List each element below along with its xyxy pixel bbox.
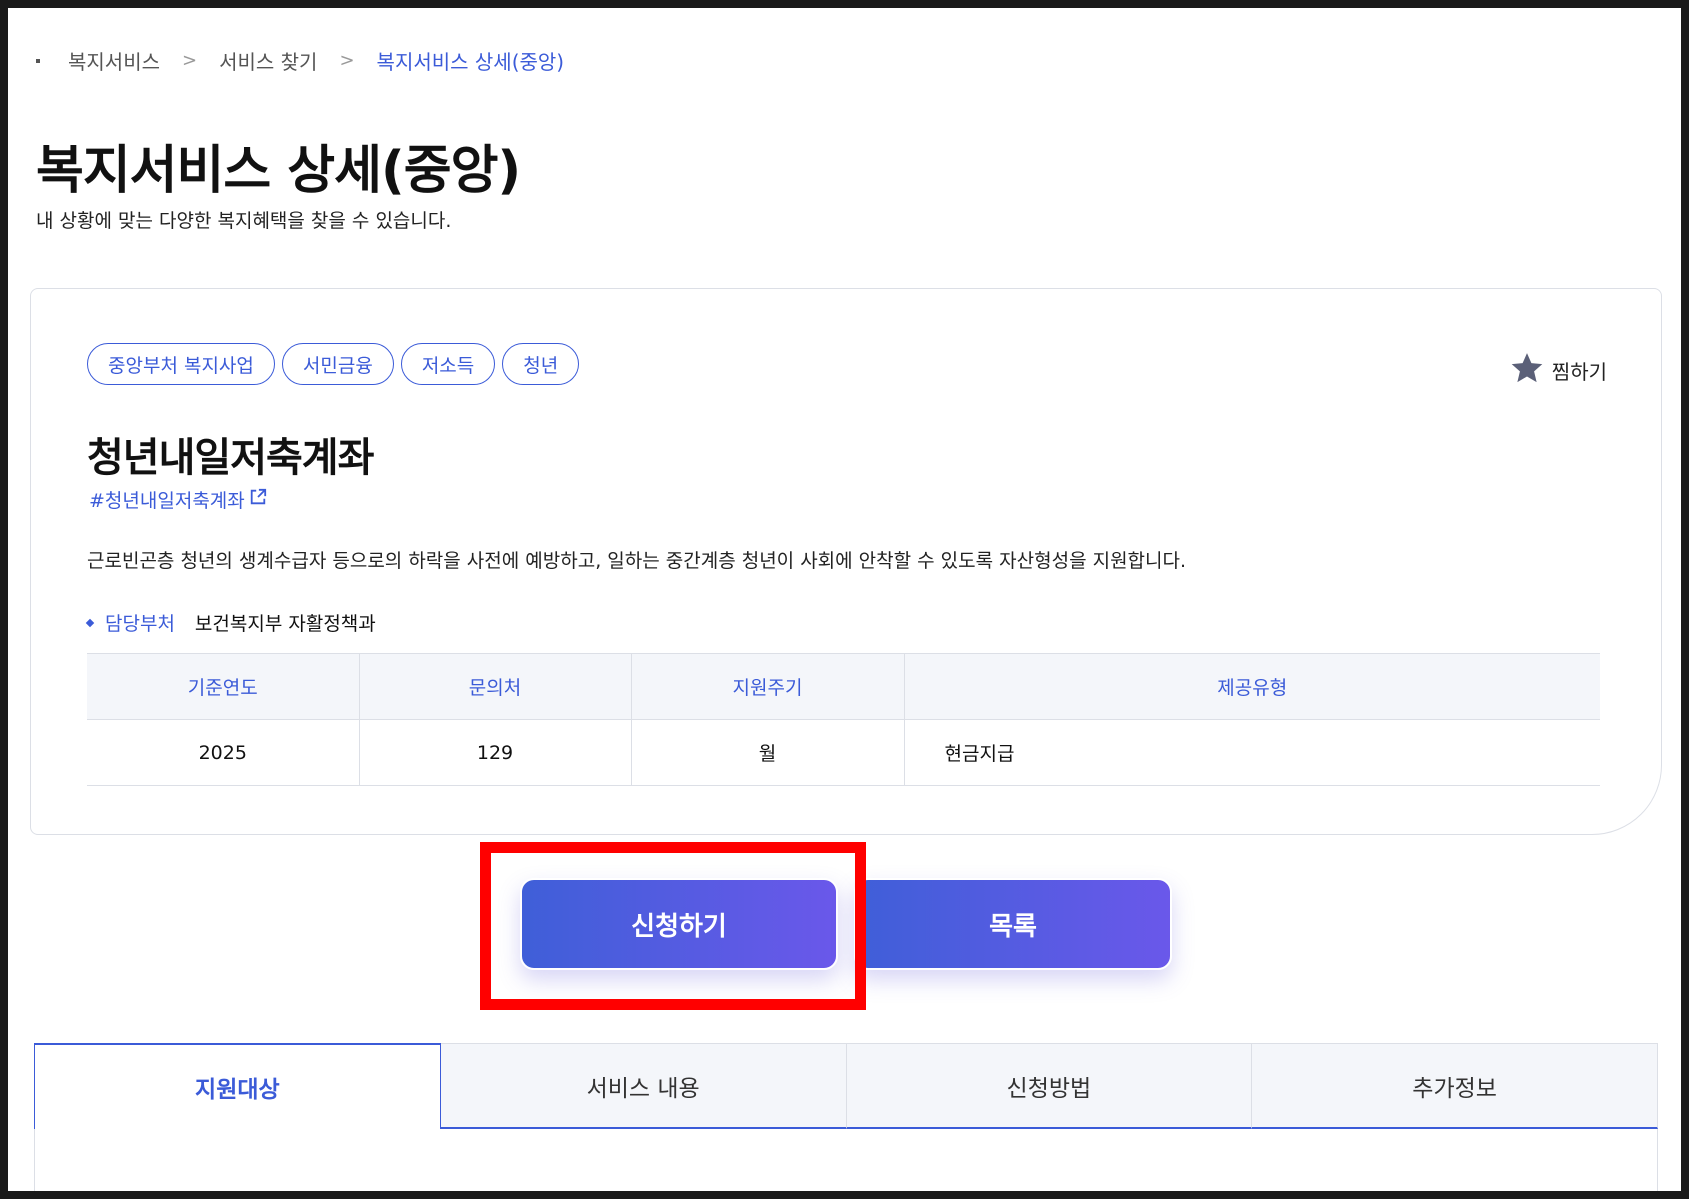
breadcrumb: 복지서비스 > 서비스 찾기 > 복지서비스 상세(중앙) <box>36 46 564 75</box>
cell-support-cycle: 월 <box>631 719 905 786</box>
breadcrumb-item-find-service[interactable]: 서비스 찾기 <box>219 46 317 75</box>
tag-low-income[interactable]: 저소득 <box>400 343 496 385</box>
chevron-right-icon: > <box>339 50 355 71</box>
page-subtitle: 내 상황에 맞는 다양한 복지혜택을 찾을 수 있습니다. <box>36 210 452 232</box>
tab-how-to-apply[interactable]: 신청방법 <box>846 1043 1253 1129</box>
header-base-year: 기준연도 <box>87 653 360 720</box>
tab-eligibility[interactable]: 지원대상 <box>34 1043 441 1129</box>
diamond-bullet-icon <box>85 618 95 627</box>
table-header-row: 기준연도 문의처 지원주기 제공유형 <box>87 653 1600 720</box>
tab-service-content[interactable]: 서비스 내용 <box>440 1043 847 1129</box>
department-value: 보건복지부 자활정책과 <box>194 613 376 635</box>
cell-base-year: 2025 <box>87 719 360 786</box>
service-hashtag-link[interactable]: #청년내일저축계좌 <box>89 486 267 513</box>
external-link-icon <box>249 488 267 511</box>
breadcrumb-item-welfare[interactable]: 복지서비스 <box>68 46 160 75</box>
tag-central-welfare[interactable]: 중앙부처 복지사업 <box>87 343 275 385</box>
service-title: 청년내일저축계좌 <box>87 435 374 481</box>
header-provision-type: 제공유형 <box>904 653 1600 720</box>
bookmark-button[interactable]: 찜하기 <box>1510 351 1607 390</box>
tag-finance[interactable]: 서민금융 <box>281 343 394 385</box>
tag-list: 중앙부처 복지사업 서민금융 저소득 청년 <box>87 343 580 385</box>
header-support-cycle: 지원주기 <box>631 653 905 720</box>
tab-additional-info[interactable]: 추가정보 <box>1252 1043 1658 1129</box>
bookmark-label: 찜하기 <box>1551 360 1607 384</box>
breadcrumb-item-current: 복지서비스 상세(중앙) <box>376 50 565 74</box>
breadcrumb-bullet <box>36 58 40 63</box>
department-label: 담당부처 <box>105 613 175 635</box>
list-button[interactable]: 목록 <box>854 878 1172 970</box>
chevron-right-icon: > <box>182 50 198 71</box>
tab-bar: 지원대상 서비스 내용 신청방법 추가정보 <box>34 1043 1658 1129</box>
cell-contact: 129 <box>359 719 632 786</box>
header-contact: 문의처 <box>359 653 632 720</box>
table-row: 2025 129 월 현금지급 <box>87 719 1600 786</box>
highlight-box <box>480 842 866 1010</box>
service-card: 중앙부처 복지사업 서민금융 저소득 청년 찜하기 청년내일저축계좌 #청년내일… <box>30 288 1662 835</box>
cell-provision-type: 현금지급 <box>904 719 1600 786</box>
star-icon <box>1510 351 1544 390</box>
hashtag-text: #청년내일저축계좌 <box>89 490 245 512</box>
tab-panel <box>34 1129 1658 1191</box>
page-frame: 복지서비스 > 서비스 찾기 > 복지서비스 상세(중앙) 복지서비스 상세(중… <box>8 8 1681 1191</box>
page-title: 복지서비스 상세(중앙) <box>36 141 521 201</box>
service-info-table: 기준연도 문의처 지원주기 제공유형 2025 129 월 현금지급 <box>87 653 1600 786</box>
tag-youth[interactable]: 청년 <box>502 343 580 385</box>
department-row: 담당부처 보건복지부 자활정책과 <box>85 609 376 636</box>
service-description: 근로빈곤층 청년의 생계수급자 등으로의 하락을 사전에 예방하고, 일하는 중… <box>87 550 1187 572</box>
